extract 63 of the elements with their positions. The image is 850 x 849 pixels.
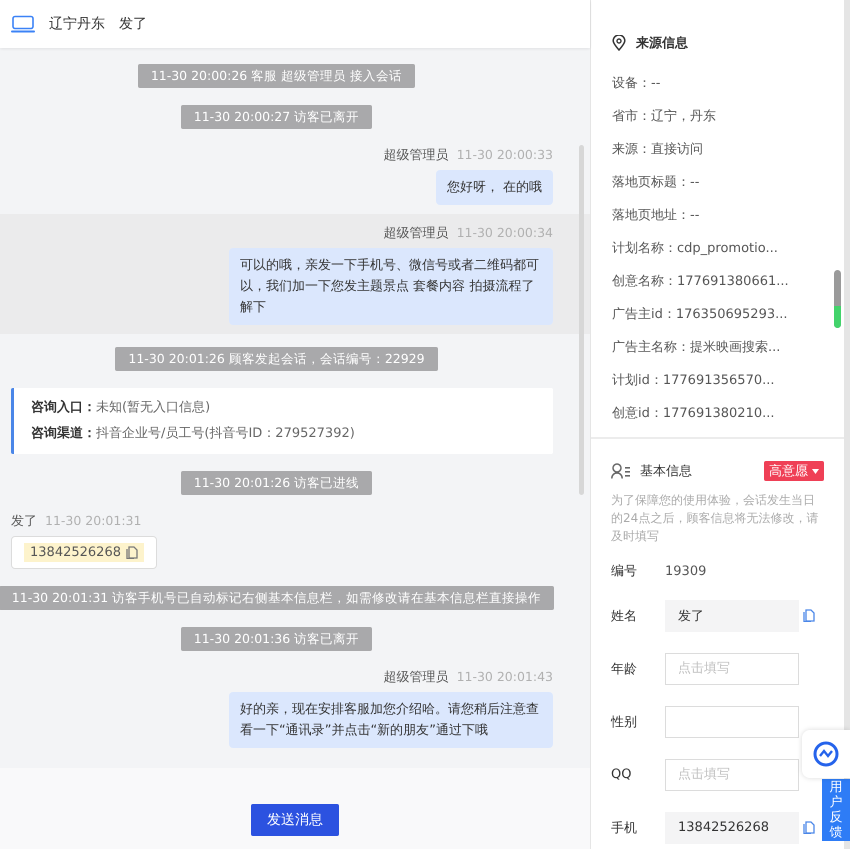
source-info-item: 设备：--: [612, 75, 662, 93]
source-info-item: 计划名称：cdp_promotio...: [612, 240, 779, 258]
system-notice: 11-30 20:01:31 访客手机号已自动标记右侧基本信息栏，如需修改请在基本信息栏直接操作: [0, 586, 554, 610]
copy-icon[interactable]: [803, 609, 815, 622]
info-label: 咨询入口：: [31, 400, 96, 415]
source-info-item: 计划id：177691356570...: [612, 372, 776, 390]
message-bubble: 好的亲，现在安排客服加您介绍哈。请您稍后注意查看一下“通讯录”并点击“新的朋友”通过下哦: [229, 692, 553, 748]
timestamp: 11-30 20:00:33: [456, 147, 553, 162]
sender-name: 超级管理员: [384, 669, 449, 686]
system-notice: 11-30 20:01:26 顾客发起会话，会话编号：22929: [115, 347, 438, 371]
logo-icon: [813, 741, 839, 767]
sender-name: 发了: [11, 513, 37, 530]
info-value: 抖音企业号/员工号(抖音号ID：279527392): [96, 426, 355, 441]
source-info-item: 省市：辽宁，丹东: [612, 108, 717, 126]
info-label: 咨询渠道：: [31, 426, 96, 441]
scrollbar: [834, 270, 841, 328]
timestamp: 11-30 20:00:34: [456, 225, 553, 240]
section-title: 来源信息: [636, 35, 688, 52]
sender-name: 超级管理员: [384, 225, 449, 242]
source-info-item: 落地页地址：--: [612, 207, 700, 225]
field-label: QQ: [611, 767, 632, 782]
source-info-item: 广告主id：176350695293...: [612, 306, 789, 324]
system-notice: 11-30 20:00:27 访客已离开: [180, 105, 372, 129]
source-info-item: 广告主名称：提米映画搜索...: [612, 339, 782, 357]
field-label: 手机: [611, 820, 638, 836]
system-notice: 11-30 20:00:26 客服 超级管理员 接入会话: [138, 64, 416, 88]
info-value: 未知(暂无入口信息): [96, 400, 210, 415]
copy-icon[interactable]: [126, 546, 138, 559]
sender-name: 超级管理员: [384, 147, 449, 164]
field-label: 年龄: [611, 660, 638, 678]
source-info-item: 落地页标题：--: [612, 174, 700, 192]
field-label: 性别: [611, 714, 638, 730]
input-field[interactable]: 点击填写: [665, 758, 799, 790]
system-notice: 11-30 20:01:36 访客已离开: [180, 627, 372, 651]
field-label: 编号: [611, 563, 638, 580]
source-info-item: 创意名称：177691380661...: [612, 273, 790, 291]
input-field[interactable]: 13842526268: [665, 812, 799, 844]
send-button[interactable]: 发送消息: [251, 804, 339, 836]
location-pin-icon: [612, 35, 626, 51]
system-notice: 11-30 20:01:26 访客已进线: [180, 471, 372, 495]
input-field[interactable]: 点击填写: [665, 652, 799, 684]
source-info-item: 来源：直接访问: [612, 141, 704, 159]
notice-text: 为了保障您的使用体验，会话发生当日的24点之后，顾客信息将无法修改，请及时填写: [611, 492, 820, 545]
laptop-icon: [11, 15, 35, 33]
assistant-widget[interactable]: [802, 730, 850, 778]
field-label: 姓名: [611, 608, 638, 624]
timestamp: 11-30 20:01:43: [456, 669, 553, 684]
location-label: 辽宁丹东: [49, 15, 105, 33]
phone-number: 13842526268: [30, 545, 121, 560]
input-field[interactable]: [665, 706, 799, 738]
user-list-icon: [611, 463, 631, 479]
intent-dropdown[interactable]: 高意愿: [764, 461, 824, 481]
caret-icon: [812, 468, 819, 474]
section-title: 基本信息: [640, 463, 692, 480]
source-info-item: 创意id：177691380210...: [612, 405, 776, 423]
timestamp: 11-30 20:01:31: [45, 513, 142, 528]
field-value: 19309: [665, 564, 706, 578]
copy-icon[interactable]: [803, 821, 815, 834]
message-bubble: 您好呀， 在的哦: [436, 170, 553, 205]
visitor-name: 发了: [119, 15, 147, 33]
input-field[interactable]: 发了: [665, 600, 799, 632]
message-bubble: 可以的哦，亲发一下手机号、微信号或者二维码都可以，我们加一下您发主题景点 套餐内容 拍摄流程了解下: [229, 248, 553, 325]
feedback-tab[interactable]: 用户反馈: [822, 779, 850, 841]
